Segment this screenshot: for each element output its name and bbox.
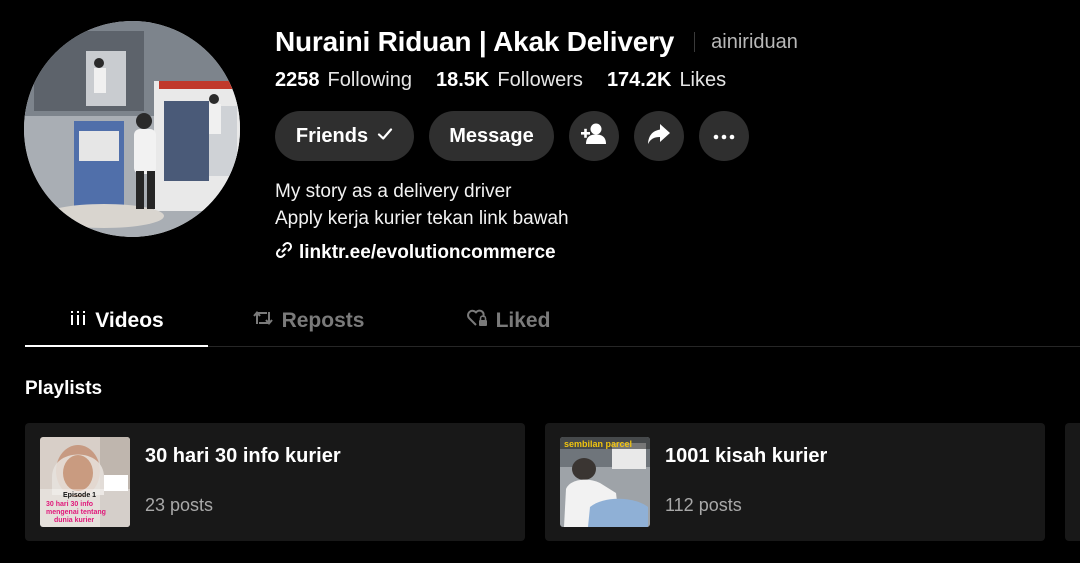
stat-following[interactable]: 2258 Following [275,69,412,92]
friends-button[interactable]: Friends [275,111,414,161]
username: ainiriduan [711,30,798,53]
checkmark-icon [377,126,393,147]
thumb-caption: Episode 1 [63,492,96,499]
stat-label: Following [327,68,412,91]
thumb-caption: sembilan parcel [564,439,632,449]
stat-value: 2258 [275,68,320,91]
share-arrow-icon [647,123,671,150]
stat-label: Likes [679,68,727,91]
thumb-caption: dunia kurier [54,517,94,524]
link-icon [275,241,299,265]
bio-link-text: linktr.ee/evolutioncommerce [299,242,556,263]
ellipsis-icon [713,127,735,145]
repost-icon [252,308,282,334]
playlists-heading: Playlists [25,378,103,399]
tab-videos[interactable]: Videos [25,296,208,346]
bio: My story as a delivery driver Apply kerj… [275,178,569,232]
stat-label: Followers [497,68,583,91]
playlist-thumbnail: sembilan parcel [560,437,650,527]
bio-link[interactable]: linktr.ee/evolutioncommerce [275,241,556,265]
profile-photo-icon [24,21,240,237]
avatar[interactable] [24,21,240,237]
bio-line: Apply kerja kurier tekan link bawah [275,208,569,229]
profile-actions: Friends Message [275,111,764,161]
tab-label: Liked [495,309,551,332]
profile-tabs: Videos Reposts Liked [25,296,1080,347]
playlist-count: 23 posts [145,495,214,515]
stat-value: 174.2K [606,68,672,91]
playlist-card-partial[interactable] [1065,423,1080,541]
bio-line: My story as a delivery driver [275,181,512,202]
thumb-caption: mengenai tentang [46,509,106,516]
stat-value: 18.5K [435,68,490,91]
name-row: Nuraini Riduan | Akak Delivery ainiridua… [275,22,798,62]
playlist-title: 30 hari 30 info kurier [145,445,341,467]
playlist-card[interactable]: Episode 1 30 hari 30 info mengenai tenta… [25,423,525,541]
tab-liked[interactable]: Liked [408,296,608,346]
tab-label: Videos [95,309,164,332]
playlist-count: 112 posts [665,495,742,515]
heart-lock-icon [466,308,496,334]
grid-bars-icon [69,309,95,333]
more-button[interactable] [699,111,749,161]
profile-page: Nuraini Riduan | Akak Delivery ainiridua… [0,0,1080,563]
name-divider [694,32,696,52]
person-add-icon [580,122,608,151]
friends-label: Friends [295,124,369,147]
stat-likes: 174.2K Likes [607,69,726,92]
message-label: Message [449,124,534,147]
stats-row: 2258 Following 18.5K Followers 174.2K Li… [275,66,750,94]
message-button[interactable]: Message [429,111,554,161]
playlist-title: 1001 kisah kurier [665,445,828,467]
share-button[interactable] [634,111,684,161]
tab-reposts[interactable]: Reposts [208,296,408,346]
thumb-caption: 30 hari 30 info [46,501,93,508]
display-name: Nuraini Riduan | Akak Delivery [275,26,675,57]
active-tab-indicator [25,345,208,347]
add-friend-button[interactable] [569,111,619,161]
stat-followers[interactable]: 18.5K Followers [436,69,583,92]
playlist-row: Episode 1 30 hari 30 info mengenai tenta… [25,423,1080,541]
tab-label: Reposts [281,309,365,332]
playlist-card[interactable]: sembilan parcel 1001 kisah kurier 112 po… [545,423,1045,541]
playlist-thumbnail: Episode 1 30 hari 30 info mengenai tenta… [40,437,130,527]
